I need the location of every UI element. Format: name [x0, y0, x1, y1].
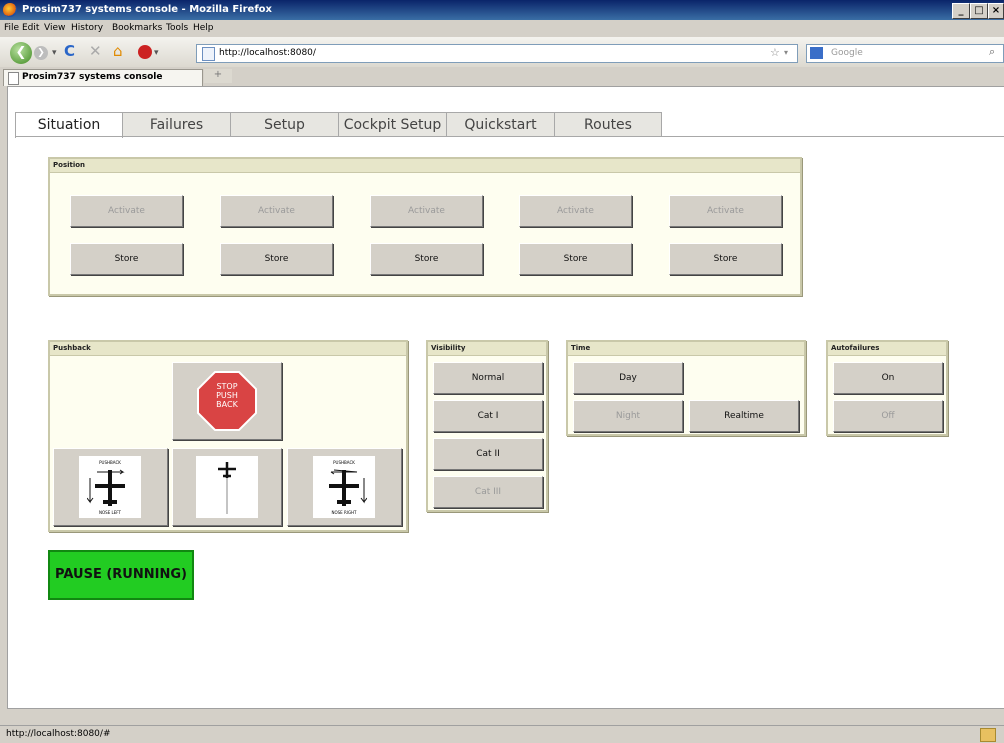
tab-routes[interactable]: Routes — [554, 112, 662, 137]
pushback-title: Pushback — [50, 342, 406, 356]
browser-tab-label: Prosim737 systems console — [22, 72, 163, 82]
stop-sign-line2: PUSH — [216, 391, 238, 400]
url-text: http://localhost:8080/ — [219, 48, 316, 58]
url-bar[interactable]: http://localhost:8080/ ☆ ▾ — [196, 44, 798, 63]
status-url: http://localhost:8080/# — [6, 729, 111, 739]
airplane-left-icon — [87, 469, 125, 506]
visibility-cat2-button[interactable]: Cat II — [433, 438, 543, 470]
status-bar: http://localhost:8080/# — [0, 725, 1004, 743]
search-placeholder: Google — [831, 48, 863, 58]
nose-right-bottom-label: NOSE RIGHT — [331, 510, 357, 515]
position-panel: Position Activate Activate Activate Acti… — [48, 157, 802, 296]
store-button-2[interactable]: Store — [220, 243, 333, 275]
visibility-cat1-button[interactable]: Cat I — [433, 400, 543, 432]
tab-cockpit-setup[interactable]: Cockpit Setup — [338, 112, 447, 137]
search-bar[interactable]: Google ⌕ — [806, 44, 1004, 63]
visibility-normal-button[interactable]: Normal — [433, 362, 543, 394]
tab-failures[interactable]: Failures — [122, 112, 231, 137]
adblock-dropdown-icon[interactable]: ▾ — [154, 43, 159, 63]
new-tab-button[interactable]: + — [204, 69, 232, 83]
store-button-5[interactable]: Store — [669, 243, 782, 275]
tab-page-icon — [8, 72, 19, 85]
window-title-bar: Prosim737 systems console - Mozilla Fire… — [0, 0, 1004, 20]
activate-button-3[interactable]: Activate — [370, 195, 483, 227]
nose-left-bottom-label: NOSE LEFT — [99, 510, 121, 515]
visibility-panel: Visibility Normal Cat I Cat II Cat III — [426, 340, 548, 512]
time-panel: Time Day Night Realtime — [566, 340, 806, 436]
autofailures-off-button[interactable]: Off — [833, 400, 943, 432]
store-button-1[interactable]: Store — [70, 243, 183, 275]
pushback-nose-right-button[interactable]: PUSHBACK NOSE RIGHT — [287, 448, 402, 526]
activate-button-1[interactable]: Activate — [70, 195, 183, 227]
menu-edit[interactable]: Edit — [22, 23, 39, 33]
url-dropdown-icon[interactable]: ▾ — [784, 48, 788, 57]
store-button-4[interactable]: Store — [519, 243, 632, 275]
autofailures-panel: Autofailures On Off — [826, 340, 948, 436]
status-addon-icon[interactable] — [980, 728, 996, 742]
menu-help[interactable]: Help — [193, 23, 214, 33]
pushback-nose-left-icon: PUSHBACK NOSE LEFT — [79, 456, 141, 518]
menu-bookmarks[interactable]: Bookmarks — [112, 23, 162, 33]
activate-button-4[interactable]: Activate — [519, 195, 632, 227]
browser-tab[interactable]: Prosim737 systems console — [3, 69, 203, 86]
reload-icon[interactable]: C — [64, 41, 75, 61]
pushback-nose-left-button[interactable]: PUSHBACK NOSE LEFT — [53, 448, 168, 526]
page-icon — [202, 47, 215, 61]
time-day-button[interactable]: Day — [573, 362, 683, 394]
airplane-right-icon — [329, 469, 367, 506]
activate-button-2[interactable]: Activate — [220, 195, 333, 227]
time-realtime-button[interactable]: Realtime — [689, 400, 799, 432]
visibility-title: Visibility — [428, 342, 546, 356]
menu-bar: File Edit View History Bookmarks Tools H… — [0, 20, 1004, 37]
time-night-button[interactable]: Night — [573, 400, 683, 432]
autofailures-on-button[interactable]: On — [833, 362, 943, 394]
stop-pushback-button[interactable]: STOP PUSH BACK — [172, 362, 282, 440]
menu-tools[interactable]: Tools — [166, 23, 188, 33]
history-dropdown-icon[interactable]: ▾ — [52, 43, 57, 63]
tab-divider — [15, 136, 1004, 137]
pushback-straight-button[interactable] — [172, 448, 282, 526]
google-engine-icon[interactable] — [810, 47, 823, 59]
close-button[interactable]: × — [988, 3, 1004, 19]
nose-left-top-label: PUSHBACK — [99, 460, 121, 465]
activate-button-5[interactable]: Activate — [669, 195, 782, 227]
tab-quickstart[interactable]: Quickstart — [446, 112, 555, 137]
bookmark-star-icon[interactable]: ☆ — [770, 46, 780, 59]
back-button[interactable]: ❮ — [10, 42, 32, 64]
nose-right-top-label: PUSHBACK — [333, 460, 355, 465]
tab-situation[interactable]: Situation — [15, 112, 123, 138]
search-icon[interactable]: ⌕ — [989, 45, 995, 59]
airplane-straight-icon — [218, 462, 236, 514]
autofailures-title: Autofailures — [828, 342, 946, 356]
stop-icon[interactable]: ✕ — [89, 41, 102, 61]
pushback-nose-right-icon: PUSHBACK NOSE RIGHT — [313, 456, 375, 518]
visibility-cat3-button[interactable]: Cat III — [433, 476, 543, 508]
page-content: Situation Failures Setup Cockpit Setup Q… — [7, 86, 1004, 709]
time-title: Time — [568, 342, 804, 356]
home-icon[interactable]: ⌂ — [113, 41, 123, 61]
store-button-3[interactable]: Store — [370, 243, 483, 275]
pushback-panel: Pushback STOP PUSH BACK PUSHBACK NOSE LE — [48, 340, 408, 532]
menu-file[interactable]: File — [4, 23, 19, 33]
position-title: Position — [50, 159, 800, 173]
pushback-straight-icon — [196, 456, 258, 518]
firefox-logo-icon — [3, 3, 17, 17]
stop-sign-line3: BACK — [216, 400, 238, 409]
adblock-icon[interactable] — [138, 45, 152, 59]
forward-button[interactable]: ❯ — [34, 46, 48, 60]
minimize-button[interactable]: _ — [952, 3, 970, 19]
menu-history[interactable]: History — [71, 23, 103, 33]
menu-view[interactable]: View — [44, 23, 65, 33]
pause-button[interactable]: PAUSE (RUNNING) — [48, 550, 194, 600]
tab-setup[interactable]: Setup — [230, 112, 339, 137]
navigation-toolbar: ❮ ❯ ▾ C ✕ ⌂ ▾ http://localhost:8080/ ☆ ▾… — [0, 37, 1004, 68]
maximize-button[interactable]: □ — [970, 3, 988, 19]
stop-sign-line1: STOP — [216, 382, 238, 391]
window-title: Prosim737 systems console - Mozilla Fire… — [22, 4, 272, 15]
browser-tabs-bar: Prosim737 systems console + — [0, 67, 1004, 86]
